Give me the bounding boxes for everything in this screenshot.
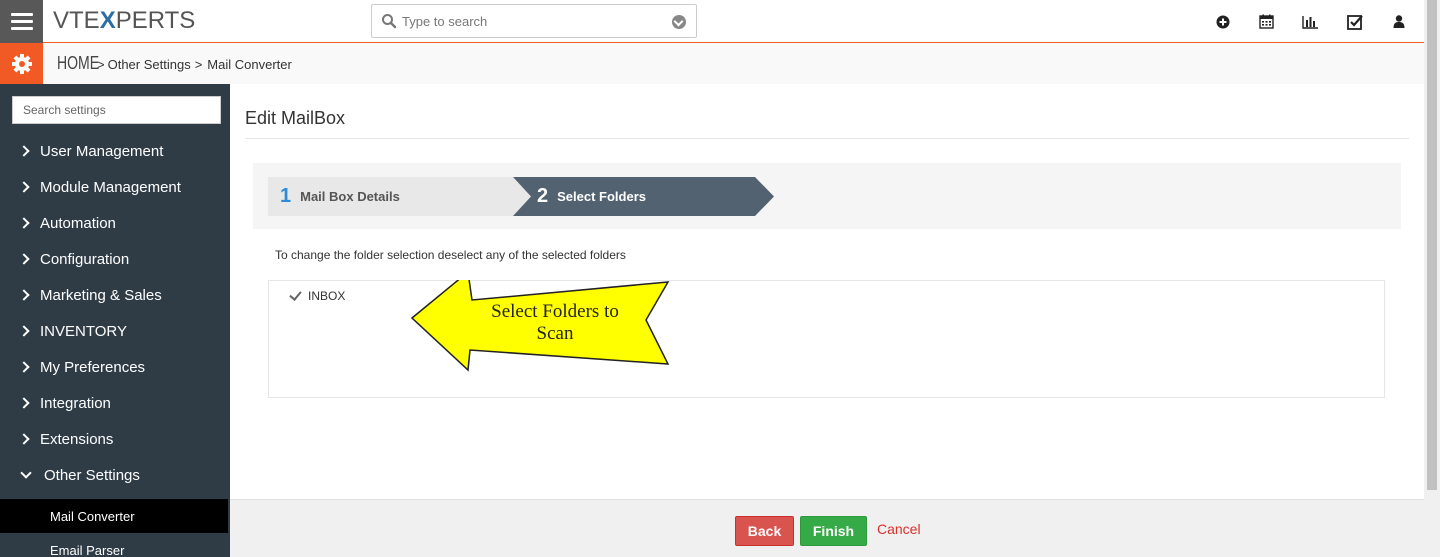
folder-instruction: To change the folder selection deselect … bbox=[275, 248, 626, 262]
cancel-link[interactable]: Cancel bbox=[877, 521, 921, 537]
user-icon[interactable] bbox=[1387, 10, 1410, 33]
search-icon bbox=[382, 14, 397, 29]
sidebar-subitem-mail-converter[interactable]: Mail Converter bbox=[0, 499, 228, 533]
title-divider bbox=[245, 138, 1409, 139]
sidebar-item-configuration[interactable]: Configuration bbox=[0, 241, 230, 277]
calendar-icon[interactable] bbox=[1255, 10, 1278, 33]
settings-search-input[interactable]: Search settings bbox=[12, 96, 221, 124]
top-header: VTEXPERTS Type to search bbox=[0, 0, 1424, 43]
chevron-right-icon bbox=[18, 361, 30, 373]
breadcrumb-mail-converter: Mail Converter bbox=[207, 57, 292, 72]
sidebar-subitem-email-parser[interactable]: Email Parser bbox=[0, 533, 228, 557]
chevron-right-icon bbox=[18, 397, 30, 409]
chevron-right-icon bbox=[18, 217, 30, 229]
folder-item-inbox[interactable]: INBOX bbox=[289, 289, 345, 303]
sidebar-item-extensions[interactable]: Extensions bbox=[0, 421, 230, 457]
breadcrumb: HOME > Other Settings > Mail Converter bbox=[57, 53, 292, 74]
callout-text: Select Folders to Scan bbox=[491, 301, 619, 344]
brand-logo[interactable]: VTEXPERTS bbox=[53, 8, 195, 34]
inbox-checkbox[interactable] bbox=[289, 290, 303, 302]
sidebar-item-automation[interactable]: Automation bbox=[0, 205, 230, 241]
bar-chart-icon[interactable] bbox=[1299, 10, 1322, 33]
page-title: Edit MailBox bbox=[245, 108, 346, 128]
settings-gear-icon[interactable] bbox=[0, 43, 43, 84]
breadcrumb-other-settings[interactable]: Other Settings bbox=[108, 57, 191, 72]
checkbox-icon[interactable] bbox=[1343, 10, 1366, 33]
finish-button[interactable]: Finish bbox=[800, 516, 867, 546]
chevron-right-icon bbox=[18, 289, 30, 301]
sidebar-item-my-preferences[interactable]: My Preferences bbox=[0, 349, 230, 385]
scrollbar-thumb[interactable] bbox=[1427, 0, 1437, 490]
plus-circle-icon[interactable] bbox=[1211, 10, 1234, 33]
wizard-step-select-folders: 2 Select Folders bbox=[537, 185, 646, 207]
search-dropdown-icon[interactable] bbox=[672, 15, 686, 29]
chevron-right-icon bbox=[18, 253, 30, 265]
back-button[interactable]: Back bbox=[735, 516, 794, 546]
wizard-step-mailbox-details: 1 Mail Box Details bbox=[280, 185, 400, 207]
sidebar-item-inventory[interactable]: INVENTORY bbox=[0, 313, 230, 349]
chevron-down-icon bbox=[20, 467, 32, 479]
breadcrumb-home[interactable]: HOME bbox=[57, 53, 99, 74]
form-footer: Back Finish Cancel bbox=[230, 499, 1424, 557]
main-content: Edit MailBox 1 Mail Box Details 2 Select F… bbox=[230, 84, 1424, 499]
sidebar-item-user-management[interactable]: User Management bbox=[0, 133, 230, 169]
breadcrumb-bar: HOME > Other Settings > Mail Converter bbox=[0, 43, 1424, 84]
sidebar-item-other-settings[interactable]: Other Settings bbox=[0, 457, 230, 493]
page-scrollbar[interactable] bbox=[1424, 0, 1440, 557]
sidebar-item-module-management[interactable]: Module Management bbox=[0, 169, 230, 205]
search-placeholder: Type to search bbox=[402, 14, 488, 29]
wizard-steps: 1 Mail Box Details 2 Select Folders bbox=[253, 163, 1401, 229]
settings-sidebar: Search settings User Management Module M… bbox=[0, 84, 230, 557]
chevron-right-icon bbox=[18, 181, 30, 193]
sidebar-item-marketing-sales[interactable]: Marketing & Sales bbox=[0, 277, 230, 313]
chevron-right-icon bbox=[18, 325, 30, 337]
sidebar-item-integration[interactable]: Integration bbox=[0, 385, 230, 421]
global-search-input[interactable]: Type to search bbox=[371, 4, 697, 38]
hamburger-menu-icon[interactable] bbox=[0, 0, 43, 43]
chevron-right-icon bbox=[18, 433, 30, 445]
chevron-right-icon bbox=[18, 145, 30, 157]
